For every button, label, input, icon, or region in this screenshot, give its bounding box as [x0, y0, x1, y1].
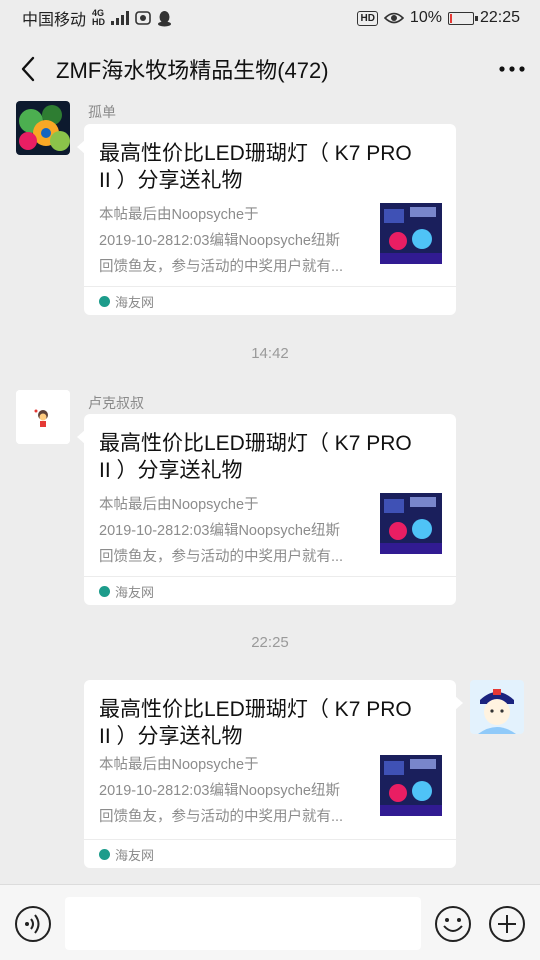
sender-name: 孤单 [88, 104, 116, 120]
avatar-luke[interactable] [16, 390, 70, 444]
status-left: 中国移动 4G HD [22, 6, 172, 30]
card-title: 最高性价比LED珊瑚灯（ K7 PRO II ）分享送礼物 [99, 698, 412, 748]
battery-icon [447, 11, 478, 25]
back-button[interactable] [0, 36, 56, 102]
card-description: 本帖最后由Noopsyche于 2019-10-2812:03编辑Noopsyc… [99, 497, 344, 565]
timestamp: 22:25 [251, 634, 289, 651]
emoji-icon [435, 906, 471, 942]
voice-icon [15, 906, 51, 942]
sender-name: 卢克叔叔 [88, 395, 144, 411]
message-input[interactable] [65, 897, 421, 950]
timestamp: 14:42 [251, 345, 289, 362]
chat-header: ZMF海水牧场精品生物(472) [0, 36, 540, 102]
emoji-button[interactable] [434, 905, 472, 943]
link-card[interactable]: 最高性价比LED珊瑚灯（ K7 PRO II ）分享送礼物 本帖最后由Noops… [77, 124, 456, 315]
app-notification-icon [135, 11, 151, 25]
card-source: 海友网 [84, 839, 456, 868]
source-logo-icon [99, 848, 110, 860]
qq-icon [158, 10, 172, 26]
signal-icon [111, 11, 130, 25]
chevron-left-icon [21, 56, 35, 82]
status-right: HD 10% 22:25 [357, 9, 520, 27]
card-description: 本帖最后由Noopsyche于 2019-10-2812:03编辑Noopsyc… [99, 757, 344, 825]
link-card[interactable]: 最高性价比LED珊瑚灯（ K7 PRO II ）分享送礼物 本帖最后由Noops… [77, 414, 456, 605]
plus-button[interactable] [488, 905, 526, 943]
card-thumbnail [380, 755, 442, 816]
source-logo-icon [99, 585, 110, 597]
avatar-self[interactable] [470, 680, 524, 734]
clock: 22:25 [479, 9, 520, 26]
card-description: 本帖最后由Noopsyche于 2019-10-2812:03编辑Noopsyc… [99, 207, 344, 275]
hd-icon: HD [357, 10, 378, 26]
carrier-label: 中国移动 [22, 12, 87, 29]
link-card[interactable]: 最高性价比LED珊瑚灯（ K7 PRO II ）分享送礼物 本帖最后由Noops… [84, 680, 463, 868]
avatar-gudan[interactable] [16, 101, 70, 155]
eye-icon [383, 12, 404, 24]
card-thumbnail [380, 203, 442, 264]
card-thumbnail [380, 493, 442, 554]
chat-title: ZMF海水牧场精品生物(472) [56, 58, 329, 83]
battery-percent: 10% [409, 9, 442, 26]
voice-button[interactable] [14, 905, 52, 943]
status-bar: 中国移动 4G HD HD 10% 22:25 [0, 0, 540, 36]
card-source: 海友网 [84, 576, 456, 605]
network-type: 4G HD [92, 8, 106, 27]
card-title: 最高性价比LED珊瑚灯（ K7 PRO II ）分享送礼物 [99, 432, 412, 482]
card-source: 海友网 [84, 286, 456, 315]
plus-icon [489, 906, 525, 942]
more-dots-icon [499, 66, 525, 72]
source-logo-icon [99, 295, 110, 307]
input-bar [0, 884, 540, 960]
card-title: 最高性价比LED珊瑚灯（ K7 PRO II ）分享送礼物 [99, 142, 412, 192]
more-button[interactable] [484, 36, 540, 102]
